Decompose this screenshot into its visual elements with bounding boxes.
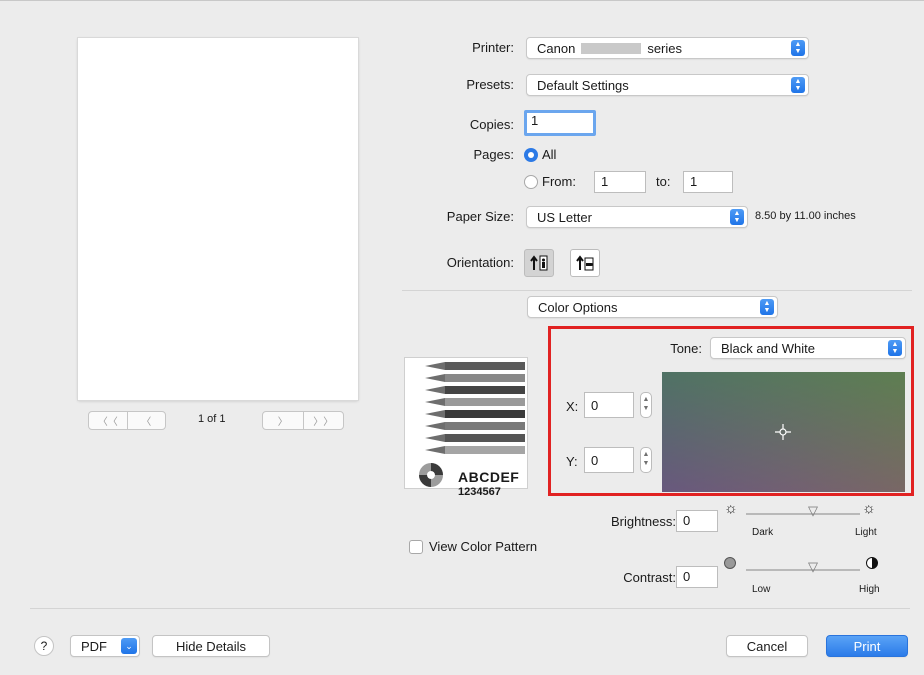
sample-text-line2: 1234567 xyxy=(458,486,501,498)
preview-back-nav[interactable]: 〈〈 〈 xyxy=(88,411,166,430)
brightness-field[interactable]: 0 xyxy=(676,510,718,532)
orientation-landscape-button[interactable] xyxy=(570,249,600,277)
popup-arrows-icon: ▲ ▼ xyxy=(791,77,805,93)
contrast-high-icon xyxy=(866,557,878,569)
contrast-field[interactable]: 0 xyxy=(676,566,718,588)
brightness-label: Brightness: xyxy=(610,514,676,529)
x-field[interactable]: 0 xyxy=(584,392,634,418)
page-indicator: 1 of 1 xyxy=(198,413,226,425)
x-label: X: xyxy=(566,399,579,414)
presets-value: Default Settings xyxy=(537,78,629,93)
brightness-high-label: Light xyxy=(855,527,877,538)
copies-field[interactable]: 1 xyxy=(524,110,596,136)
printer-select[interactable]: Canon series ▲ ▼ xyxy=(526,37,809,59)
settings-divider xyxy=(402,290,912,291)
popup-arrows-icon: ▲ ▼ xyxy=(888,340,902,356)
pages-label: Pages: xyxy=(473,147,514,162)
view-color-pattern-checkbox[interactable] xyxy=(409,540,423,554)
help-button[interactable]: ? xyxy=(34,636,54,656)
copies-label: Copies: xyxy=(469,117,514,132)
pages-from-label: From: xyxy=(542,174,576,189)
next-page-icon[interactable]: 〉 xyxy=(263,412,303,429)
color-adjust-pad[interactable] xyxy=(662,372,905,492)
sun-bright-icon: ☼ xyxy=(862,500,876,517)
preview-forward-nav[interactable]: 〉 〉〉 xyxy=(262,411,344,430)
first-page-icon[interactable]: 〈〈 xyxy=(89,412,127,429)
brightness-slider-track[interactable] xyxy=(746,513,860,515)
pages-all-label: All xyxy=(542,147,557,162)
contrast-low-icon xyxy=(724,557,736,569)
pages-to-label: to: xyxy=(656,174,671,189)
chevron-down-icon: ⌄ xyxy=(121,638,137,654)
contrast-slider-thumb[interactable]: ▽ xyxy=(808,559,818,575)
tone-select[interactable]: Black and White ▲ ▼ xyxy=(710,337,906,359)
section-value: Color Options xyxy=(538,300,618,315)
pages-from-field[interactable]: 1 xyxy=(594,171,646,193)
top-divider xyxy=(0,0,924,1)
pdf-menu-button[interactable]: PDF ⌄ xyxy=(70,635,140,657)
printer-label: Printer: xyxy=(472,40,514,55)
pages-from-radio[interactable] xyxy=(524,175,538,189)
brightness-low-label: Dark xyxy=(752,527,774,538)
redacted-model xyxy=(581,43,642,54)
portrait-icon xyxy=(530,255,548,271)
x-stepper[interactable]: ▲ ▼ xyxy=(640,392,652,418)
contrast-slider-track[interactable] xyxy=(746,569,860,571)
footer-divider xyxy=(30,608,910,609)
tone-label: Tone: xyxy=(670,341,702,356)
contrast-label: Contrast: xyxy=(623,570,676,585)
landscape-icon xyxy=(576,255,594,271)
view-color-pattern-label: View Color Pattern xyxy=(429,539,538,554)
pages-to-field[interactable]: 1 xyxy=(683,171,733,193)
y-stepper[interactable]: ▲ ▼ xyxy=(640,447,652,473)
paper-size-label: Paper Size: xyxy=(446,209,514,224)
previous-page-icon[interactable]: 〈 xyxy=(126,412,166,429)
sample-text-line1: ABCDEF xyxy=(458,469,520,485)
contrast-high-label: High xyxy=(859,584,880,595)
pdf-label: PDF xyxy=(81,638,107,654)
paper-dimensions: 8.50 by 11.00 inches xyxy=(755,210,856,222)
presets-label: Presets: xyxy=(466,77,514,92)
printer-value: Canon series xyxy=(537,41,682,56)
orientation-portrait-button[interactable] xyxy=(524,249,554,277)
y-field[interactable]: 0 xyxy=(584,447,634,473)
orientation-label: Orientation: xyxy=(446,255,514,270)
print-button[interactable]: Print xyxy=(826,635,908,657)
section-select[interactable]: Color Options ▲ ▼ xyxy=(527,296,778,318)
popup-arrows-icon: ▲ ▼ xyxy=(730,209,744,225)
popup-arrows-icon: ▲ ▼ xyxy=(791,40,805,56)
sun-dim-icon: ☼ xyxy=(724,500,738,517)
cancel-button[interactable]: Cancel xyxy=(726,635,808,657)
paper-size-value: US Letter xyxy=(537,210,592,225)
presets-select[interactable]: Default Settings ▲ ▼ xyxy=(526,74,809,96)
crosshair-icon[interactable] xyxy=(775,424,791,440)
page-preview xyxy=(78,38,358,400)
popup-arrows-icon: ▲ ▼ xyxy=(760,299,774,315)
tone-value: Black and White xyxy=(721,341,815,356)
pages-all-radio[interactable] xyxy=(524,148,538,162)
paper-size-select[interactable]: US Letter ▲ ▼ xyxy=(526,206,748,228)
contrast-low-label: Low xyxy=(752,584,771,595)
y-label: Y: xyxy=(566,454,578,469)
brightness-slider-thumb[interactable]: ▽ xyxy=(808,503,818,519)
last-page-icon[interactable]: 〉〉 xyxy=(302,412,344,429)
hide-details-button[interactable]: Hide Details xyxy=(152,635,270,657)
